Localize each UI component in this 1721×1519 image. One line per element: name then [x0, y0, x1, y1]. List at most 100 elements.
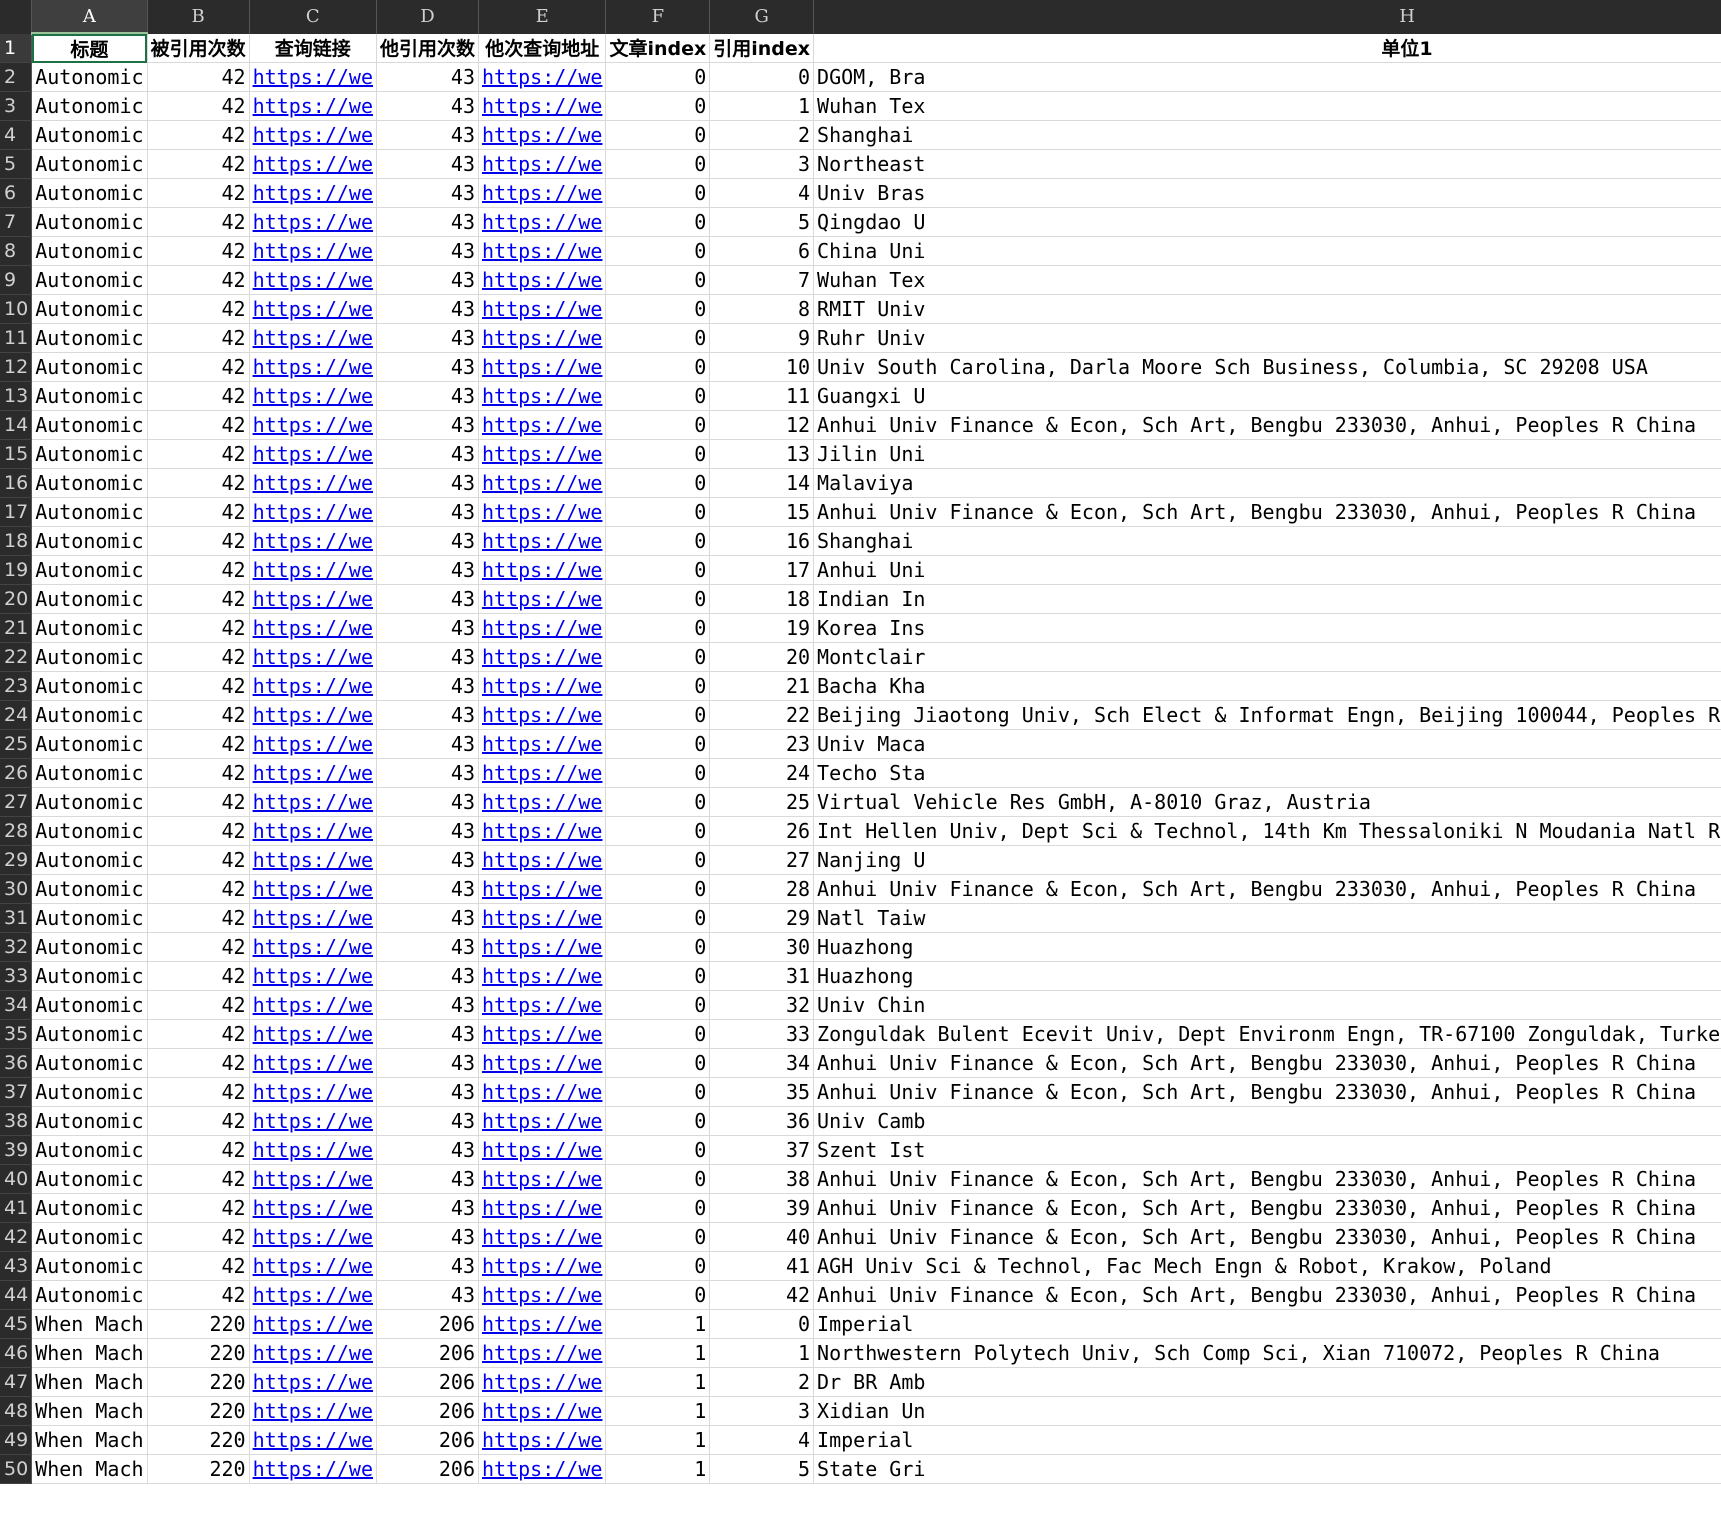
link-cell[interactable]: https://we — [478, 700, 607, 730]
text-cell[interactable]: Anhui Univ Finance & Econ, Sch Art, Beng… — [813, 1222, 1721, 1252]
number-cell[interactable]: 1 — [605, 1309, 711, 1339]
number-cell[interactable]: 42 — [147, 91, 250, 121]
number-cell[interactable]: 36 — [709, 1106, 815, 1136]
row-header-9[interactable]: 9 — [0, 265, 33, 295]
number-cell[interactable]: 206 — [376, 1396, 480, 1426]
row-header-49[interactable]: 49 — [0, 1425, 33, 1455]
text-cell[interactable]: Int Hellen Univ, Dept Sci & Technol, 14t… — [813, 816, 1721, 846]
text-cell[interactable]: Techo Sta — [813, 758, 1721, 788]
number-cell[interactable]: 42 — [147, 932, 250, 962]
text-cell[interactable]: Autonomic — [31, 1019, 148, 1049]
text-cell[interactable]: Autonomic — [31, 1106, 148, 1136]
number-cell[interactable]: 0 — [605, 439, 711, 469]
number-cell[interactable]: 0 — [605, 294, 711, 324]
number-cell[interactable]: 43 — [376, 207, 480, 237]
column-header-a[interactable]: A — [31, 0, 148, 35]
link-cell[interactable]: https://we — [249, 149, 378, 179]
link-cell[interactable]: https://we — [478, 903, 607, 933]
link-cell[interactable]: https://we — [249, 961, 378, 991]
number-cell[interactable]: 42 — [147, 1106, 250, 1136]
link-cell[interactable]: https://we — [478, 1222, 607, 1252]
text-cell[interactable]: Autonomic — [31, 932, 148, 962]
row-header-35[interactable]: 35 — [0, 1019, 33, 1049]
header-cell[interactable]: 查询链接 — [249, 33, 378, 63]
number-cell[interactable]: 0 — [605, 903, 711, 933]
link-cell[interactable]: https://we — [478, 874, 607, 904]
number-cell[interactable]: 42 — [147, 526, 250, 556]
link-cell[interactable]: https://we — [478, 816, 607, 846]
link-cell[interactable]: https://we — [478, 1425, 607, 1455]
number-cell[interactable]: 0 — [605, 642, 711, 672]
text-cell[interactable]: Autonomic — [31, 381, 148, 411]
text-cell[interactable]: When Mach — [31, 1367, 148, 1397]
number-cell[interactable]: 0 — [605, 1019, 711, 1049]
number-cell[interactable]: 42 — [147, 555, 250, 585]
number-cell[interactable]: 42 — [147, 381, 250, 411]
row-header-29[interactable]: 29 — [0, 845, 33, 875]
link-cell[interactable]: https://we — [478, 1338, 607, 1368]
text-cell[interactable]: Autonomic — [31, 294, 148, 324]
number-cell[interactable]: 42 — [147, 613, 250, 643]
text-cell[interactable]: Autonomic — [31, 671, 148, 701]
column-header-e[interactable]: E — [478, 0, 607, 34]
text-cell[interactable]: Jilin Uni — [813, 439, 1721, 469]
text-cell[interactable]: When Mach — [31, 1425, 148, 1455]
link-cell[interactable]: https://we — [478, 1367, 607, 1397]
row-header-15[interactable]: 15 — [0, 439, 33, 469]
number-cell[interactable]: 30 — [709, 932, 815, 962]
row-header-36[interactable]: 36 — [0, 1048, 33, 1078]
number-cell[interactable]: 42 — [147, 149, 250, 179]
text-cell[interactable]: Autonomic — [31, 787, 148, 817]
number-cell[interactable]: 43 — [376, 497, 480, 527]
link-cell[interactable]: https://we — [249, 120, 378, 150]
row-header-22[interactable]: 22 — [0, 642, 33, 672]
number-cell[interactable]: 0 — [605, 816, 711, 846]
number-cell[interactable]: 26 — [709, 816, 815, 846]
link-cell[interactable]: https://we — [478, 62, 607, 92]
number-cell[interactable]: 3 — [709, 1396, 815, 1426]
link-cell[interactable]: https://we — [249, 1077, 378, 1107]
row-header-48[interactable]: 48 — [0, 1396, 33, 1426]
number-cell[interactable]: 0 — [605, 1280, 711, 1310]
link-cell[interactable]: https://we — [249, 410, 378, 440]
number-cell[interactable]: 42 — [147, 874, 250, 904]
link-cell[interactable]: https://we — [249, 497, 378, 527]
text-cell[interactable]: Northwestern Polytech Univ, Sch Comp Sci… — [813, 1338, 1721, 1368]
link-cell[interactable]: https://we — [478, 207, 607, 237]
number-cell[interactable]: 2 — [709, 120, 815, 150]
number-cell[interactable]: 43 — [376, 1077, 480, 1107]
text-cell[interactable]: Nanjing U — [813, 845, 1721, 875]
number-cell[interactable]: 0 — [605, 990, 711, 1020]
text-cell[interactable]: Autonomic — [31, 178, 148, 208]
number-cell[interactable]: 0 — [709, 62, 815, 92]
number-cell[interactable]: 3 — [709, 149, 815, 179]
link-cell[interactable]: https://we — [478, 439, 607, 469]
number-cell[interactable]: 42 — [147, 207, 250, 237]
link-cell[interactable]: https://we — [249, 1222, 378, 1252]
number-cell[interactable]: 31 — [709, 961, 815, 991]
number-cell[interactable]: 43 — [376, 671, 480, 701]
number-cell[interactable]: 43 — [376, 149, 480, 179]
number-cell[interactable]: 42 — [147, 990, 250, 1020]
number-cell[interactable]: 42 — [147, 584, 250, 614]
text-cell[interactable]: Autonomic — [31, 526, 148, 556]
number-cell[interactable]: 1 — [605, 1425, 711, 1455]
row-header-25[interactable]: 25 — [0, 729, 33, 759]
link-cell[interactable]: https://we — [478, 555, 607, 585]
text-cell[interactable]: Northeast — [813, 149, 1721, 179]
number-cell[interactable]: 0 — [605, 236, 711, 266]
link-cell[interactable]: https://we — [478, 584, 607, 614]
row-header-28[interactable]: 28 — [0, 816, 33, 846]
number-cell[interactable]: 13 — [709, 439, 815, 469]
number-cell[interactable]: 0 — [605, 932, 711, 962]
row-header-31[interactable]: 31 — [0, 903, 33, 933]
link-cell[interactable]: https://we — [249, 816, 378, 846]
text-cell[interactable]: When Mach — [31, 1396, 148, 1426]
number-cell[interactable]: 43 — [376, 120, 480, 150]
row-header-5[interactable]: 5 — [0, 149, 33, 179]
number-cell[interactable]: 4 — [709, 1425, 815, 1455]
text-cell[interactable]: Qingdao U — [813, 207, 1721, 237]
number-cell[interactable]: 5 — [709, 207, 815, 237]
number-cell[interactable]: 43 — [376, 352, 480, 382]
row-header-27[interactable]: 27 — [0, 787, 33, 817]
